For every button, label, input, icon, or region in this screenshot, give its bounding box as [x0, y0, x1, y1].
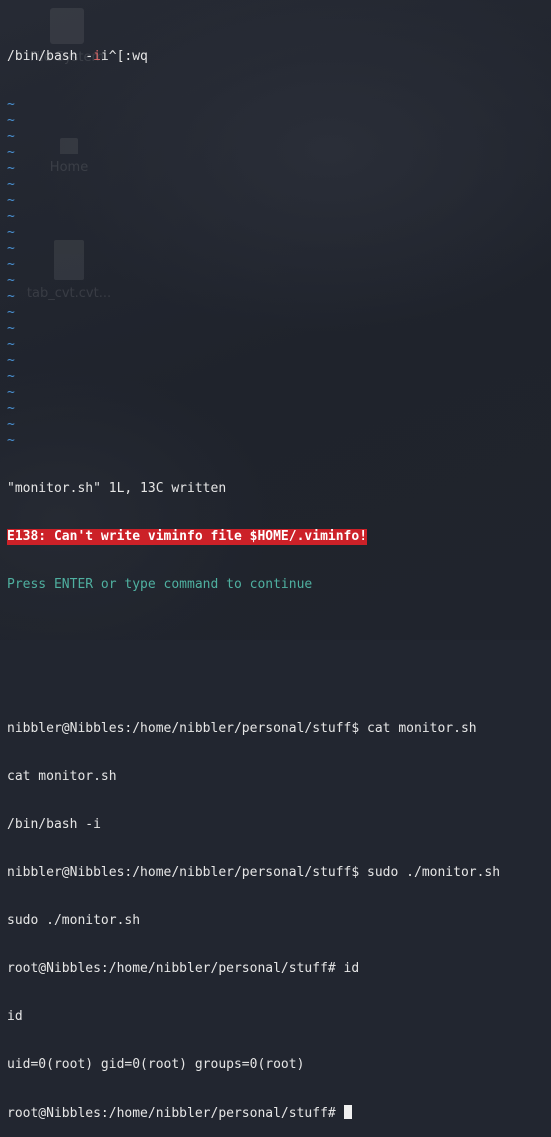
shell-line: root@Nibbles:/home/nibbler/personal/stuf…	[7, 961, 360, 976]
shell-line: sudo ./monitor.sh	[7, 913, 141, 928]
vim-tilde-line: ~	[7, 145, 15, 160]
terminal-output[interactable]: /bin/bash -ii^[:wq ~ ~ ~ ~ ~ ~ ~ ~ ~ ~ ~ ~ ~ ~ ~ ~ ~ ~ ~ ~ ~…	[7, 17, 551, 1137]
vim-continue-prompt: Press ENTER or type command to continue	[7, 577, 313, 592]
vim-tilde-line: ~	[7, 209, 15, 224]
vim-command-text: /bin/bash -	[7, 49, 94, 64]
vim-command-flag: i	[93, 49, 101, 64]
vim-tilde-line: ~	[7, 257, 15, 272]
vim-tilde-line: ~	[7, 417, 15, 432]
vim-tilde-line: ~	[7, 321, 15, 336]
vim-command-text-rest: i^[:wq	[100, 49, 148, 64]
text-cursor	[343, 1105, 352, 1119]
vim-tilde-line: ~	[7, 161, 15, 176]
vim-tilde-line: ~	[7, 225, 15, 240]
vim-tilde-line: ~	[7, 385, 15, 400]
vim-tilde-line: ~	[7, 129, 15, 144]
shell-line: cat monitor.sh	[7, 769, 117, 784]
vim-written-message: "monitor.sh" 1L, 13C written	[7, 481, 227, 496]
vim-buffer-line: /bin/bash -ii^[:wq	[7, 49, 551, 65]
vim-error-message: E138: Can't write viminfo file $HOME/.vi…	[7, 529, 368, 545]
vim-tilde-line: ~	[7, 273, 15, 288]
shell-line: nibbler@Nibbles:/home/nibbler/personal/s…	[7, 721, 477, 736]
vim-error-line: E138: Can't write viminfo file $HOME/.vi…	[7, 529, 551, 545]
root-prompt: root@Nibbles:/home/nibbler/personal/stuf…	[7, 1106, 344, 1121]
vim-tilde-line: ~	[7, 193, 15, 208]
vim-tilde-line: ~	[7, 241, 15, 256]
shell-line: id	[7, 1009, 23, 1024]
vim-tilde-line: ~	[7, 305, 15, 320]
vim-tilde-line: ~	[7, 337, 15, 352]
vim-tilde-line: ~	[7, 113, 15, 128]
shell-line: uid=0(root) gid=0(root) groups=0(root)	[7, 1057, 305, 1072]
vim-tilde-line: ~	[7, 401, 15, 416]
vim-tilde-line: ~	[7, 289, 15, 304]
vim-empty-lines: ~ ~ ~ ~ ~ ~ ~ ~ ~ ~ ~ ~ ~ ~ ~ ~ ~ ~ ~ ~ ~ ~	[7, 97, 551, 449]
shell-prompt-line[interactable]: root@Nibbles:/home/nibbler/personal/stuf…	[7, 1105, 551, 1121]
vim-tilde-line: ~	[7, 433, 15, 448]
vim-tilde-line: ~	[7, 353, 15, 368]
shell-line: /bin/bash -i	[7, 817, 101, 832]
shell-line: nibbler@Nibbles:/home/nibbler/personal/s…	[7, 865, 501, 880]
vim-tilde-line: ~	[7, 177, 15, 192]
vim-tilde-line: ~	[7, 369, 15, 384]
vim-tilde-line: ~	[7, 97, 15, 112]
